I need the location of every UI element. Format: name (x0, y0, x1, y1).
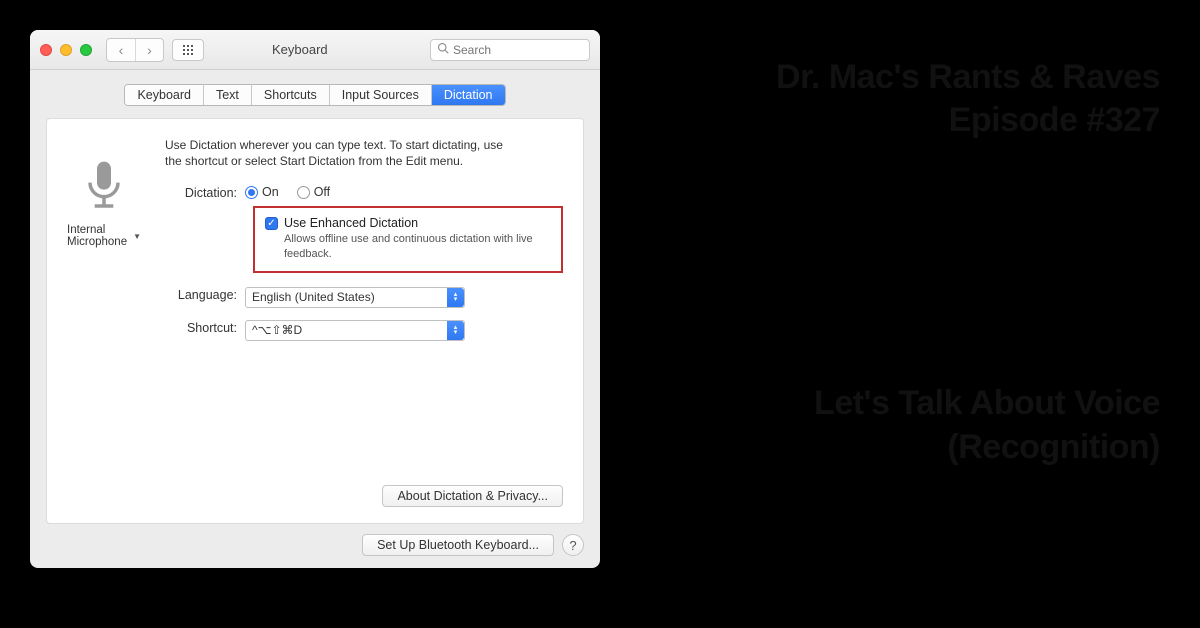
show-all-button[interactable] (172, 39, 204, 61)
segmented-control: Keyboard Text Shortcuts Input Sources Di… (124, 84, 505, 106)
shortcut-select[interactable]: ^⌥⇧⌘D (245, 320, 465, 341)
tab-shortcuts[interactable]: Shortcuts (252, 85, 330, 105)
help-button[interactable]: ? (562, 534, 584, 556)
grid-icon (183, 45, 193, 55)
window-title: Keyboard (272, 42, 328, 57)
dictation-hint: Use Dictation wherever you can type text… (165, 137, 505, 169)
title-line-2: Episode #327 (949, 101, 1160, 139)
enhanced-sub: Allows offline use and continuous dictat… (284, 232, 551, 261)
close-icon[interactable] (40, 44, 52, 56)
settings-column: Use Dictation wherever you can type text… (165, 135, 563, 507)
shortcut-value: ^⌥⇧⌘D (252, 323, 302, 337)
about-dictation-button[interactable]: About Dictation & Privacy... (382, 485, 563, 507)
checkbox-checked-icon (265, 217, 278, 230)
dictation-label: Dictation: (165, 185, 245, 200)
window-footer: Set Up Bluetooth Keyboard... ? (30, 524, 600, 568)
language-label: Language: (165, 287, 245, 302)
enhanced-dictation-highlight: Use Enhanced Dictation Allows offline us… (253, 206, 563, 273)
language-value: English (United States) (252, 290, 375, 304)
subtitle-line-2: (Recognition) (947, 428, 1160, 466)
article-text: Dr. Mac's Rants & Raves Episode #327 Let… (680, 56, 1160, 469)
mic-source-label: Internal Microphone (67, 224, 129, 248)
stepper-arrows-icon (447, 288, 464, 307)
microphone-icon (76, 157, 132, 216)
dictation-off-radio[interactable]: Off (297, 185, 330, 199)
keyboard-prefs-window: ‹ › Keyboard Keyboard Text Shortcuts Inp… (30, 30, 600, 568)
stepper-arrows-icon (447, 321, 464, 340)
enhanced-dictation-checkbox-row[interactable]: Use Enhanced Dictation Allows offline us… (265, 216, 551, 261)
nav-buttons: ‹ › (106, 38, 164, 62)
tab-keyboard[interactable]: Keyboard (125, 85, 204, 105)
bluetooth-keyboard-button[interactable]: Set Up Bluetooth Keyboard... (362, 534, 554, 556)
on-label: On (262, 185, 279, 199)
shortcut-label: Shortcut: (165, 320, 245, 335)
window-controls (40, 44, 92, 56)
language-select[interactable]: English (United States) (245, 287, 465, 308)
dictation-on-radio[interactable]: On (245, 185, 279, 199)
search-input[interactable] (453, 43, 583, 57)
mic-source-dropdown[interactable]: Internal Microphone ▼ (67, 224, 141, 248)
radio-on-icon (245, 186, 258, 199)
radio-off-icon (297, 186, 310, 199)
enhanced-label: Use Enhanced Dictation (284, 216, 551, 230)
titlebar: ‹ › Keyboard (30, 30, 600, 70)
forward-button[interactable]: › (135, 39, 163, 61)
article-title: Dr. Mac's Rants & Raves Episode #327 (680, 56, 1160, 141)
search-icon (437, 42, 449, 57)
dictation-row: Dictation: On Off (165, 185, 563, 200)
language-row: Language: English (United States) (165, 287, 563, 308)
tab-dictation[interactable]: Dictation (432, 85, 505, 105)
title-line-1: Dr. Mac's Rants & Raves (776, 58, 1160, 96)
off-label: Off (314, 185, 330, 199)
tab-text[interactable]: Text (204, 85, 252, 105)
minimize-icon[interactable] (60, 44, 72, 56)
chevron-down-icon: ▼ (133, 232, 141, 241)
tab-bar: Keyboard Text Shortcuts Input Sources Di… (30, 70, 600, 106)
content-pane: Internal Microphone ▼ Use Dictation wher… (46, 118, 584, 524)
shortcut-row: Shortcut: ^⌥⇧⌘D (165, 320, 563, 341)
subtitle-line-1: Let's Talk About Voice (814, 384, 1160, 422)
search-field[interactable] (430, 39, 590, 61)
article-subtitle: Let's Talk About Voice (Recognition) (680, 381, 1160, 469)
mic-column: Internal Microphone ▼ (67, 135, 141, 507)
back-button[interactable]: ‹ (107, 39, 135, 61)
tab-input-sources[interactable]: Input Sources (330, 85, 432, 105)
zoom-icon[interactable] (80, 44, 92, 56)
